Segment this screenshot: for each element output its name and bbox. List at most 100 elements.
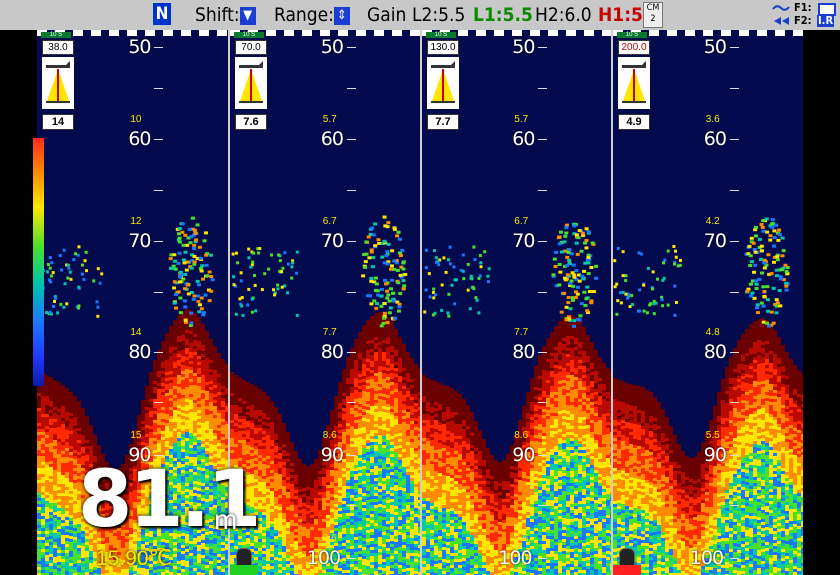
depth-scale-minor-tick xyxy=(538,402,548,403)
depth-scale-tick xyxy=(154,139,164,140)
status-bar: N Shift: ▼ Range: ⇕ Gain L2:5.5 L1:5.5 H2:… xyxy=(0,0,840,30)
depth-scale-label: 70 xyxy=(128,230,151,252)
depth-scale-tick xyxy=(538,241,548,242)
frequency-box[interactable]: 4.9 xyxy=(618,114,650,130)
depth-scale-label: 70 xyxy=(703,230,727,252)
depth-scale-tick xyxy=(729,241,739,242)
depth-scale-label: 70 xyxy=(512,230,535,252)
depth-scale-tick xyxy=(154,47,164,48)
depth-scale-label: 60 xyxy=(512,128,535,150)
sub-scale-label: 9.6 xyxy=(514,533,529,544)
f2-mode[interactable]: I.R xyxy=(817,15,835,27)
sub-scale-label: 7.7 xyxy=(322,327,337,338)
sub-scale-label: 3.6 xyxy=(705,114,720,125)
depth-scale-minor-tick xyxy=(154,88,164,89)
depth-scale-tick xyxy=(729,558,739,559)
range-scale-box[interactable]: 130.0 xyxy=(427,40,459,55)
function-keys[interactable]: F1: F2: I.R xyxy=(768,1,836,29)
sub-scale-label: 7.7 xyxy=(514,327,529,338)
depth-scale-minor-tick xyxy=(538,88,548,89)
depth-scale-label: 100 xyxy=(306,547,341,569)
depth-scale-label: 100 xyxy=(689,547,724,569)
sub-scale-label: 4.8 xyxy=(705,327,720,338)
wave-icon xyxy=(772,5,790,11)
depth-scale-label: 60 xyxy=(128,128,151,150)
sub-scale-label: 6.1 xyxy=(705,533,720,544)
depth-scale-minor-tick xyxy=(538,292,548,293)
expand-vertical-icon[interactable]: ⇕ xyxy=(333,6,350,25)
scroll-speed-label[interactable]: 10 S xyxy=(41,32,71,38)
scroll-speed-label[interactable]: 10 S xyxy=(234,32,264,38)
frequency-box[interactable]: 14 xyxy=(42,114,74,130)
range-scale-box[interactable]: 38.0 xyxy=(42,40,74,55)
depth-scale-minor-tick xyxy=(346,402,356,403)
gain-h2[interactable]: H2:6.0 xyxy=(535,4,592,26)
depth-scale-label: 70 xyxy=(320,230,344,252)
f1-label: F1: xyxy=(794,1,812,14)
depth-scale-minor-tick xyxy=(538,190,548,191)
sub-scale-label: 14 xyxy=(130,327,142,338)
echogram-panel-4[interactable]: 50 60 70 80 90 100 3.6 4.2 4.8 5.5 6.1 10 S 200.0 4.9 xyxy=(613,30,803,575)
depth-scale-minor-tick xyxy=(346,505,356,506)
depth-scale-tick xyxy=(154,241,164,242)
gain-l2[interactable]: L2:5.5 xyxy=(412,4,465,26)
boat-transducer-icon xyxy=(42,57,74,109)
range-label: Range: xyxy=(274,4,334,26)
depth-scale-tick xyxy=(346,47,356,48)
sub-scale-label: 4.2 xyxy=(705,216,720,227)
sub-scale-label: 12 xyxy=(130,216,142,227)
status-indicator xyxy=(230,565,258,575)
depth-scale-minor-tick xyxy=(154,190,164,191)
down-arrow-icon[interactable]: ▼ xyxy=(239,6,256,25)
scroll-speed-label[interactable]: 10 S xyxy=(426,32,456,38)
depth-scale-minor-tick xyxy=(346,88,356,89)
depth-scale-tick xyxy=(346,139,356,140)
gain-label: Gain xyxy=(367,4,407,26)
depth-scale-minor-tick xyxy=(346,190,356,191)
north-up-badge[interactable]: N xyxy=(153,3,171,25)
sub-scale-label: 5.7 xyxy=(322,114,337,125)
gain-l1[interactable]: L1:5.5 xyxy=(473,4,533,26)
echogram-image xyxy=(613,217,803,575)
depth-scale-label: 80 xyxy=(320,341,344,363)
sub-scale-label: 8.6 xyxy=(322,430,337,441)
range-control[interactable]: Range: ⇕ xyxy=(274,4,350,26)
depth-scale-tick xyxy=(346,455,356,456)
sub-scale-label: 5.5 xyxy=(705,430,720,441)
depth-scale-minor-tick xyxy=(154,292,164,293)
sub-scale-label: 8.6 xyxy=(514,430,529,441)
depth-scale-minor-tick xyxy=(538,505,548,506)
depth-scale-label: 90 xyxy=(703,444,727,466)
cm-mode-icon[interactable]: CM 2 xyxy=(643,2,663,28)
depth-scale-tick xyxy=(346,241,356,242)
depth-scale-label: 100 xyxy=(498,547,532,569)
sub-scale-label: 15 xyxy=(130,430,142,441)
f2-label: F2: xyxy=(794,14,812,27)
frequency-box[interactable]: 7.6 xyxy=(235,114,267,130)
frequency-box[interactable]: 7.7 xyxy=(427,114,459,130)
depth-scale-label: 60 xyxy=(320,128,344,150)
scroll-speed-label[interactable]: 10 S xyxy=(617,32,647,38)
depth-scale-tick xyxy=(538,558,548,559)
echogram-panel-3[interactable]: 50 60 70 80 90 100 5.7 6.7 7.7 8.6 9.6 10 S 130.0 7.7 xyxy=(422,30,611,575)
range-scale-box[interactable]: 70.0 xyxy=(235,40,267,55)
depth-scale-tick xyxy=(729,139,739,140)
depth-scale-minor-tick xyxy=(154,402,164,403)
shift-control[interactable]: Shift: ▼ xyxy=(195,4,256,26)
sub-scale-label: 6.7 xyxy=(514,216,529,227)
status-indicator xyxy=(613,565,641,575)
echogram-image xyxy=(422,222,611,575)
sub-scale-label: 5.7 xyxy=(514,114,529,125)
boat-transducer-icon xyxy=(427,57,459,109)
range-scale-box[interactable]: 200.0 xyxy=(618,40,650,55)
depth-scale-minor-tick xyxy=(729,190,739,191)
depth-scale-label: 50 xyxy=(320,36,344,58)
depth-scale-tick xyxy=(538,352,548,353)
echogram-image xyxy=(230,215,420,575)
boat-transducer-icon xyxy=(618,57,650,109)
depth-scale-tick xyxy=(154,352,164,353)
echogram-panel-2[interactable]: 50 60 70 80 90 100 5.7 6.7 7.7 8.6 9.6 10 S 70.0 7.6 xyxy=(230,30,420,575)
sub-scale-label: 9.6 xyxy=(322,533,337,544)
boat-transducer-icon xyxy=(235,57,267,109)
depth-scale-minor-tick xyxy=(346,292,356,293)
